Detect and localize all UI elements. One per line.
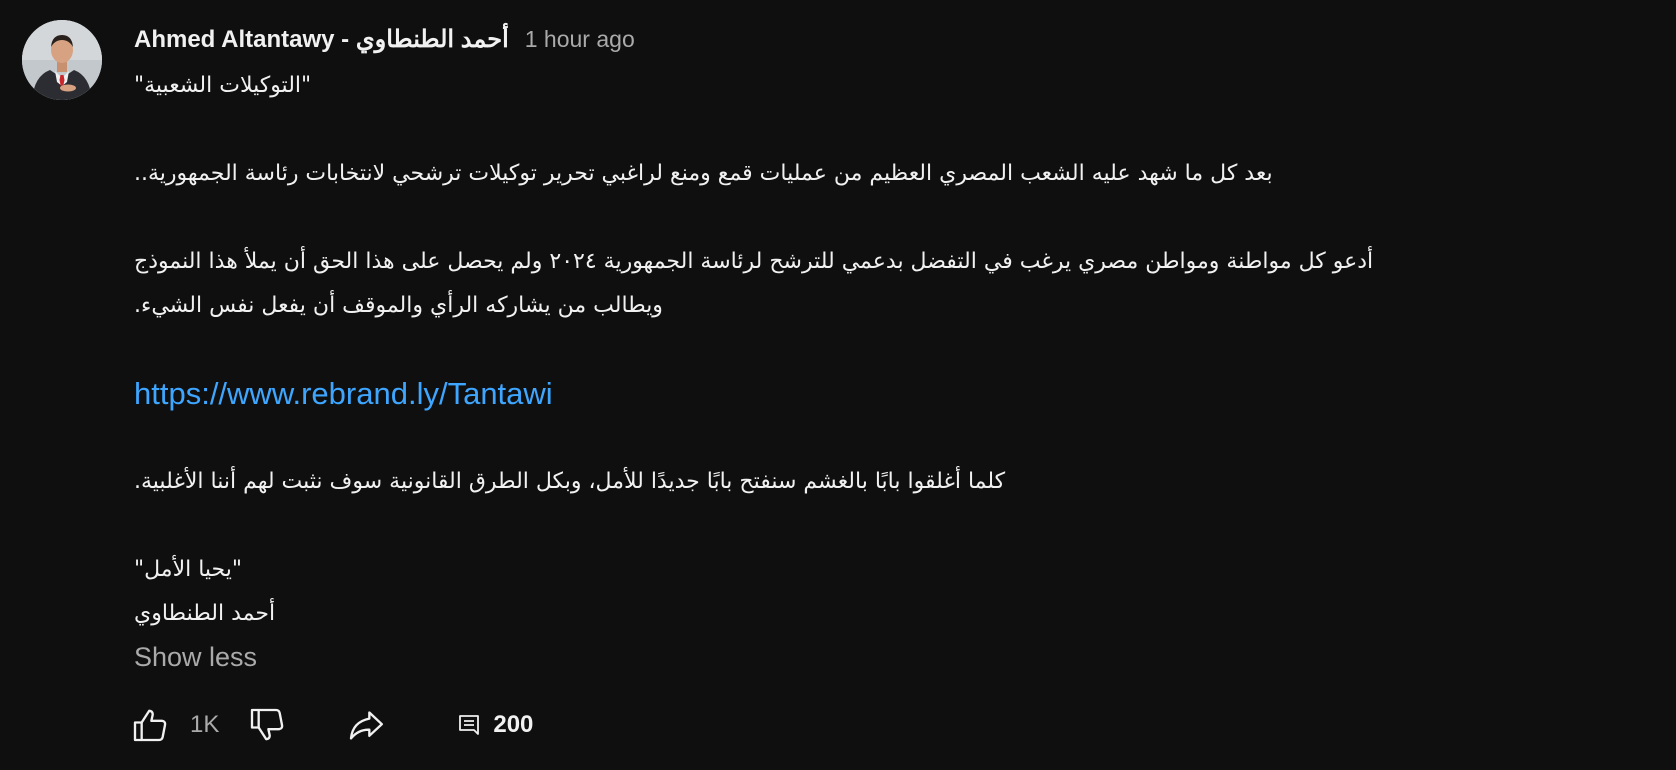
post-text-line: "التوكيلات الشعبية": [134, 73, 312, 98]
author-avatar[interactable]: [22, 20, 102, 100]
share-icon: [350, 711, 384, 740]
post-text-line: "يحيا الأمل": [134, 557, 243, 582]
comments-button[interactable]: 200: [457, 711, 533, 739]
thumb-up-icon: [133, 709, 167, 742]
post-content: "التوكيلات الشعبية" بعد كل ما شهد عليه ا…: [134, 64, 1634, 673]
thumb-down-icon: [251, 708, 284, 741]
like-button[interactable]: 1K: [130, 705, 219, 745]
comments-count: 200: [493, 711, 534, 738]
post-action-bar: 1K 200: [130, 700, 533, 750]
share-button[interactable]: [345, 705, 387, 745]
post-text-line: بعد كل ما شهد عليه الشعب المصري العظيم م…: [134, 161, 1273, 186]
like-count: 1K: [190, 711, 220, 738]
post-text-line: كلما أغلقوا بابًا بالغشم سنفتح بابًا جدي…: [134, 469, 1006, 494]
post-link-line: https://www.rebrand.ly/Tantawi: [134, 372, 1634, 416]
post-text-line: أحمد الطنطاوي: [134, 601, 276, 626]
post-text-line: أدعو كل مواطنة ومواطن مصري يرغب في التفض…: [134, 249, 1374, 274]
avatar-image: [22, 20, 102, 100]
comment-icon: [459, 715, 480, 735]
dislike-button[interactable]: [247, 705, 287, 745]
author-name[interactable]: أحمد الطنطاوي - Ahmed Altantawy: [134, 25, 509, 54]
post-text-line: ويطالب من يشاركه الرأي والموقف أن يفعل ن…: [134, 293, 663, 318]
post-header: أحمد الطنطاوي - Ahmed Altantawy 1 hour a…: [134, 22, 635, 56]
post-link[interactable]: https://www.rebrand.ly/Tantawi: [134, 376, 553, 411]
post-timestamp[interactable]: 1 hour ago: [525, 26, 635, 53]
show-less-button[interactable]: Show less: [134, 642, 257, 673]
